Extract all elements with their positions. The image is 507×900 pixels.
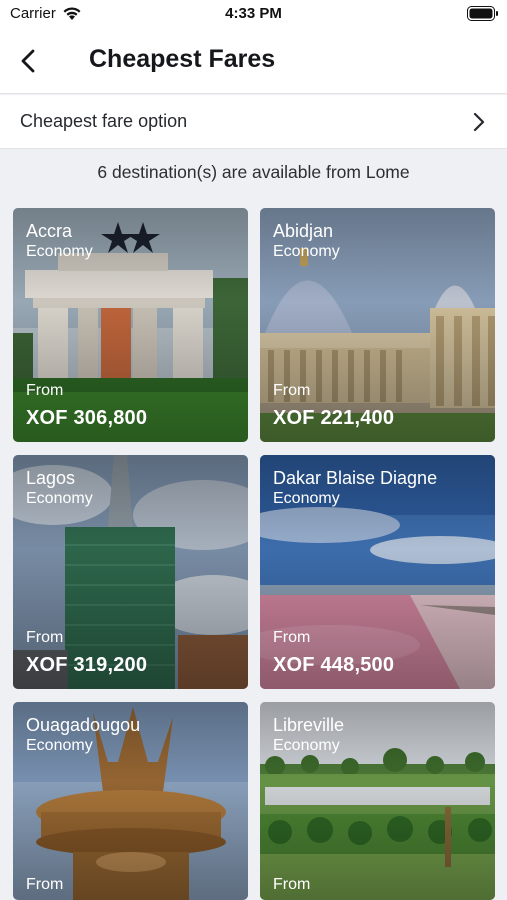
chevron-left-icon[interactable] [14, 46, 44, 76]
destination-cabin: Economy [273, 490, 340, 507]
from-label: From [273, 876, 311, 893]
destinations-summary: 6 destination(s) are available from Lome [97, 162, 410, 182]
from-label: From [273, 629, 311, 646]
page-title: Cheapest Fares [89, 45, 276, 73]
destination-city: Lagos [26, 468, 76, 488]
from-label: From [273, 382, 311, 399]
destination-cabin: Economy [26, 737, 93, 754]
destination-city: Accra [26, 221, 73, 241]
destination-cabin: Economy [26, 490, 93, 507]
clock: 4:33 PM [225, 5, 282, 22]
destination-price: XOF 221,400 [273, 407, 395, 429]
destination-city: Dakar Blaise Diagne [273, 468, 438, 488]
destination-card-lagos[interactable]: Lagos Economy From XOF 319,200 [13, 455, 248, 689]
destination-city: Ouagadougou [26, 715, 141, 735]
from-label: From [26, 382, 64, 399]
destination-city: Abidjan [273, 221, 334, 241]
cheapest-fare-option-row[interactable]: Cheapest fare option [0, 95, 507, 149]
destination-card-libreville[interactable]: Libreville Economy From [260, 702, 495, 900]
destination-price: XOF 448,500 [273, 654, 395, 676]
destination-city: Libreville [273, 715, 345, 735]
destination-card-abidjan[interactable]: Abidjan Economy From XOF 221,400 [260, 208, 495, 442]
status-bar: Carrier 4:33 PM [0, 0, 507, 28]
chevron-right-icon [473, 112, 485, 132]
navigation-bar: Cheapest Fares [0, 28, 507, 94]
from-label: From [26, 629, 64, 646]
destination-cabin: Economy [26, 243, 93, 260]
from-label: From [26, 876, 64, 893]
cheapest-fare-option-label: Cheapest fare option [20, 111, 188, 131]
destination-cabin: Economy [273, 243, 340, 260]
battery-icon [467, 6, 498, 21]
destination-price: XOF 319,200 [26, 654, 148, 676]
destination-card-accra[interactable]: Accra Economy From XOF 306,800 [13, 208, 248, 442]
destination-price: XOF 306,800 [26, 407, 148, 429]
destination-cabin: Economy [273, 737, 340, 754]
destination-card-dakar-blaise-diagne[interactable]: Dakar Blaise Diagne Economy From XOF 448… [260, 455, 495, 689]
destination-card-ouagadougou[interactable]: Ouagadougou Economy From [13, 702, 248, 900]
